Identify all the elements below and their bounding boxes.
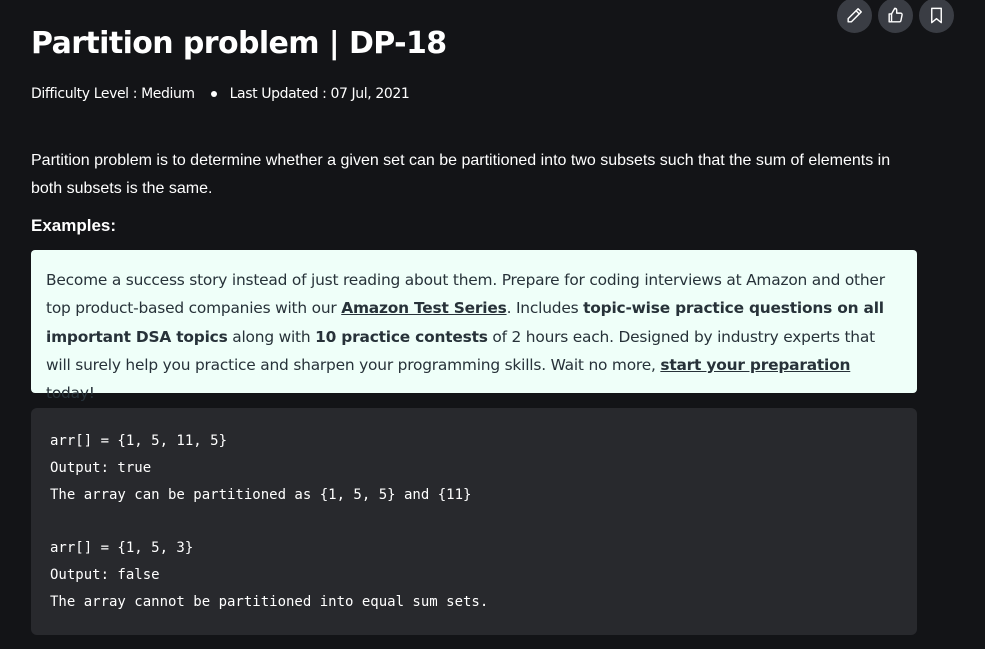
intro-paragraph: Partition problem is to determine whethe… [31,152,891,197]
promo-text: today! [46,384,95,403]
code-line: Output: true [50,459,152,476]
start-preparation-link[interactable]: start your preparation [660,356,850,374]
code-line: arr[] = {1, 5, 11, 5} [50,433,228,449]
examples-heading: Examples: [31,216,117,235]
amazon-test-series-link[interactable]: Amazon Test Series [341,299,507,317]
page-title: Partition problem | DP-18 [31,26,447,61]
code-line: The array cannot be partitioned into equ… [50,593,489,610]
article-page: Partition problem | DP-18 Difficulty Lev… [0,0,985,649]
difficulty-level: Difficulty Level : Medium [31,86,195,102]
last-updated: Last Updated : 07 Jul, 2021 [229,86,410,102]
promo-text: along with [227,327,316,346]
code-line: Output: false [50,566,160,583]
promo-text: . Includes [506,299,584,318]
edit-button[interactable] [837,0,872,33]
promo-banner: Become a success story instead of just r… [31,250,917,402]
like-button[interactable] [878,0,913,33]
code-line: arr[] = {1, 5, 3} [50,540,194,557]
example-code-block: arr[] = {1, 5, 11, 5} Output: true The a… [31,408,917,635]
thumbs-up-icon [888,7,903,23]
article-actions [837,0,954,33]
separator-dot [210,91,217,97]
article-meta: Difficulty Level : Medium Last Updated :… [31,84,410,104]
bookmark-icon [931,7,942,24]
pencil-icon [847,8,862,23]
bookmark-button[interactable] [919,0,954,33]
code-line: The array can be partitioned as {1, 5, 5… [50,486,472,503]
promo-bold-text: 10 practice contests [315,327,488,346]
